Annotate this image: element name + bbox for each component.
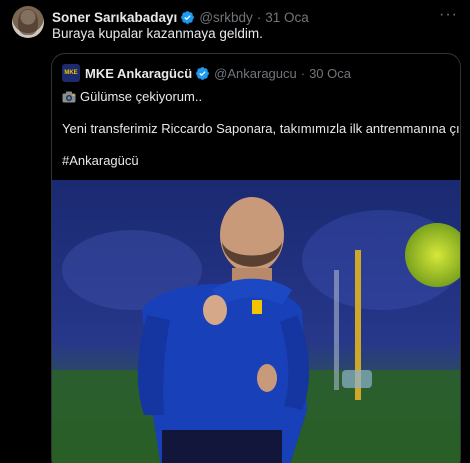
quote-text: Gülümse çekiyorum.. Yeni transferimiz Ri… bbox=[62, 88, 461, 169]
quote-header: MKE MKE Ankaragücü @Ankaragucu · 30 Oca bbox=[62, 64, 351, 82]
quote-line-2: Yeni transferimiz Riccardo Saponara, tak… bbox=[62, 121, 461, 136]
quote-author-handle: @Ankaragucu bbox=[214, 65, 297, 81]
tweet: Soner Sarıkabadayı @srkbdy · 31 Oca ··· … bbox=[0, 0, 470, 463]
tweet-date[interactable]: 31 Oca bbox=[265, 10, 309, 25]
separator-dot: · bbox=[300, 65, 306, 81]
avatar[interactable] bbox=[12, 6, 44, 38]
tweet-text: Buraya kupalar kazanmaya geldim. bbox=[52, 26, 263, 41]
quote-line-1: Gülümse çekiyorum.. bbox=[62, 88, 457, 105]
author-name[interactable]: Soner Sarıkabadayı bbox=[52, 10, 177, 25]
author-handle[interactable]: @srkbdy bbox=[199, 10, 252, 25]
camera-flash-icon bbox=[62, 91, 76, 103]
quoted-tweet[interactable]: MKE MKE Ankaragücü @Ankaragucu · 30 Oca … bbox=[51, 53, 461, 463]
more-options-icon[interactable]: ··· bbox=[439, 6, 458, 24]
club-logo-icon: MKE bbox=[62, 64, 80, 82]
verified-badge-icon bbox=[181, 10, 195, 24]
separator-dot: · bbox=[256, 9, 262, 25]
tweet-header: Soner Sarıkabadayı @srkbdy · 31 Oca bbox=[52, 8, 309, 26]
quote-date: 30 Oca bbox=[309, 65, 351, 81]
tweet-photo[interactable] bbox=[52, 180, 460, 463]
player-photo-image bbox=[52, 180, 460, 463]
verified-badge-icon bbox=[196, 66, 210, 80]
quote-author-name: MKE Ankaragücü bbox=[85, 65, 193, 81]
quote-hashtag[interactable]: #Ankaragücü bbox=[62, 152, 457, 169]
